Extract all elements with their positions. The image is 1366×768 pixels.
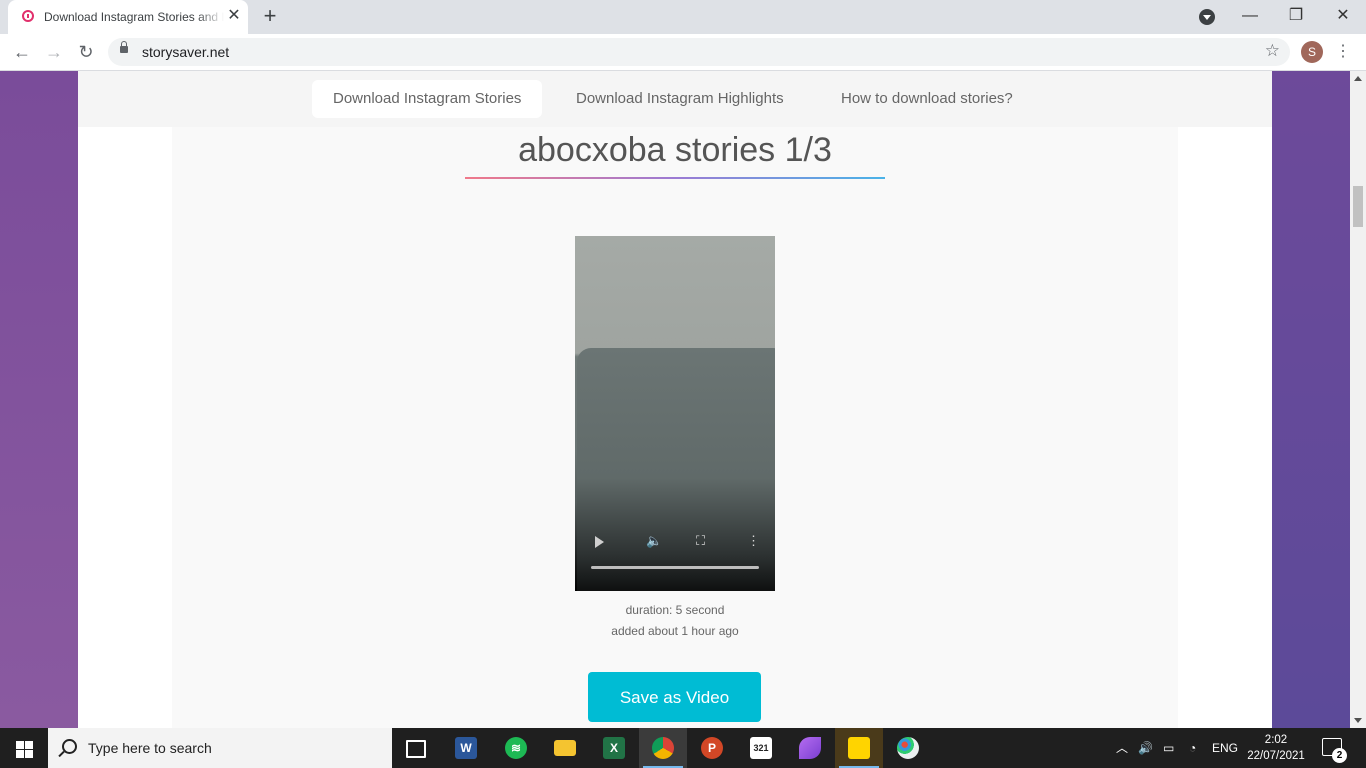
taskbar-clock[interactable]: 2:02 22/07/2021 xyxy=(1240,732,1312,764)
spotify-icon[interactable]: ≋ xyxy=(492,728,540,768)
chrome-icon[interactable] xyxy=(639,728,687,768)
scrollbar-thumb[interactable] xyxy=(1353,186,1363,227)
story-duration: duration: 5 second xyxy=(625,603,725,617)
browser-tab[interactable]: Download Instagram Stories and Highlight… xyxy=(8,0,248,34)
sticky-notes-icon[interactable] xyxy=(835,728,883,768)
instagram-favicon-icon xyxy=(22,10,34,22)
show-hidden-icons-icon[interactable]: ︿ xyxy=(1116,728,1128,768)
input-language[interactable]: ENG xyxy=(1212,728,1238,768)
notification-count-badge: 2 xyxy=(1332,748,1347,763)
clock-date: 22/07/2021 xyxy=(1247,750,1305,762)
video-frame xyxy=(577,348,775,591)
browser-toolbar: ← → ↻ storysaver.net ☆ xyxy=(0,34,1366,71)
restore-button[interactable]: ❐ xyxy=(1273,0,1319,34)
windows-start-icon[interactable] xyxy=(0,728,48,768)
page-container: Download Instagram Stories Download Inst… xyxy=(78,71,1272,728)
title-underline xyxy=(465,177,885,179)
feather-app-icon[interactable] xyxy=(786,728,834,768)
back-arrow-icon[interactable]: ← xyxy=(8,38,36,66)
taskbar-search-box[interactable]: Type here to search xyxy=(48,728,392,768)
lock-icon xyxy=(120,41,128,53)
tab-search-icon[interactable] xyxy=(1199,9,1215,25)
search-icon xyxy=(62,739,77,754)
taskbar-search-placeholder: Type here to search xyxy=(88,740,212,756)
site-navbar: Download Instagram Stories Download Inst… xyxy=(78,71,1272,127)
close-window-button[interactable]: ✕ xyxy=(1320,0,1366,34)
page-scrollbar[interactable] xyxy=(1350,71,1366,728)
new-tab-button[interactable]: + xyxy=(258,4,282,28)
task-view-icon[interactable] xyxy=(392,728,440,768)
scroll-up-arrow-icon[interactable] xyxy=(1354,76,1362,81)
forward-arrow-icon[interactable]: → xyxy=(40,38,68,66)
tab-title: Download Instagram Stories and Highlight… xyxy=(44,10,224,24)
story-added-time: added about 1 hour ago xyxy=(611,624,739,638)
browser-menu-icon[interactable]: ⋮ xyxy=(1332,41,1354,63)
powerpoint-icon[interactable]: P xyxy=(688,728,736,768)
word-icon[interactable]: W xyxy=(442,728,490,768)
volume-icon[interactable]: 🔈 xyxy=(646,533,662,549)
calendar-321-icon[interactable]: 321 xyxy=(737,728,785,768)
url-text[interactable]: storysaver.net xyxy=(142,44,229,60)
save-as-video-button[interactable]: Save as Video xyxy=(588,672,761,722)
fullscreen-icon[interactable]: ⛶ xyxy=(696,533,705,549)
page-title: abocxoba stories 1/3 xyxy=(518,131,832,169)
browser-tab-strip: Download Instagram Stories and Highlight… xyxy=(0,0,1366,34)
clock-time: 2:02 xyxy=(1264,734,1288,746)
video-progress-bar[interactable] xyxy=(591,566,759,569)
scroll-down-arrow-icon[interactable] xyxy=(1354,718,1362,723)
file-explorer-icon[interactable] xyxy=(541,728,589,768)
story-video-player[interactable]: 🔈 ⛶ ⋮ xyxy=(575,236,775,591)
nav-how-to-download[interactable]: How to download stories? xyxy=(820,80,1034,118)
video-options-icon[interactable]: ⋮ xyxy=(747,533,760,549)
nav-download-stories[interactable]: Download Instagram Stories xyxy=(312,80,543,118)
bookmark-star-icon[interactable]: ☆ xyxy=(1265,41,1280,61)
paint-icon[interactable] xyxy=(884,728,932,768)
story-content: abocxoba stories 1/3 🔈 ⛶ ⋮ duration: 5 s… xyxy=(172,127,1178,728)
reload-icon[interactable]: ↻ xyxy=(72,38,100,66)
profile-avatar[interactable]: S xyxy=(1301,41,1323,63)
wifi-icon[interactable]: ◔ xyxy=(1189,728,1196,768)
play-icon[interactable] xyxy=(595,536,604,548)
minimize-button[interactable]: — xyxy=(1227,0,1273,34)
page-viewport: Download Instagram Stories Download Inst… xyxy=(0,71,1350,728)
nav-download-highlights[interactable]: Download Instagram Highlights xyxy=(555,80,805,118)
windows-taskbar: Type here to search W ≋ X P 321 ︿ 🔊 ▭ ◔ … xyxy=(0,728,1366,768)
address-bar[interactable]: storysaver.net ☆ xyxy=(108,38,1290,66)
excel-icon[interactable]: X xyxy=(590,728,638,768)
battery-icon[interactable]: ▭ xyxy=(1163,728,1174,768)
speaker-icon[interactable]: 🔊 xyxy=(1138,728,1153,768)
tab-close-icon[interactable]: ✕ xyxy=(224,6,244,26)
